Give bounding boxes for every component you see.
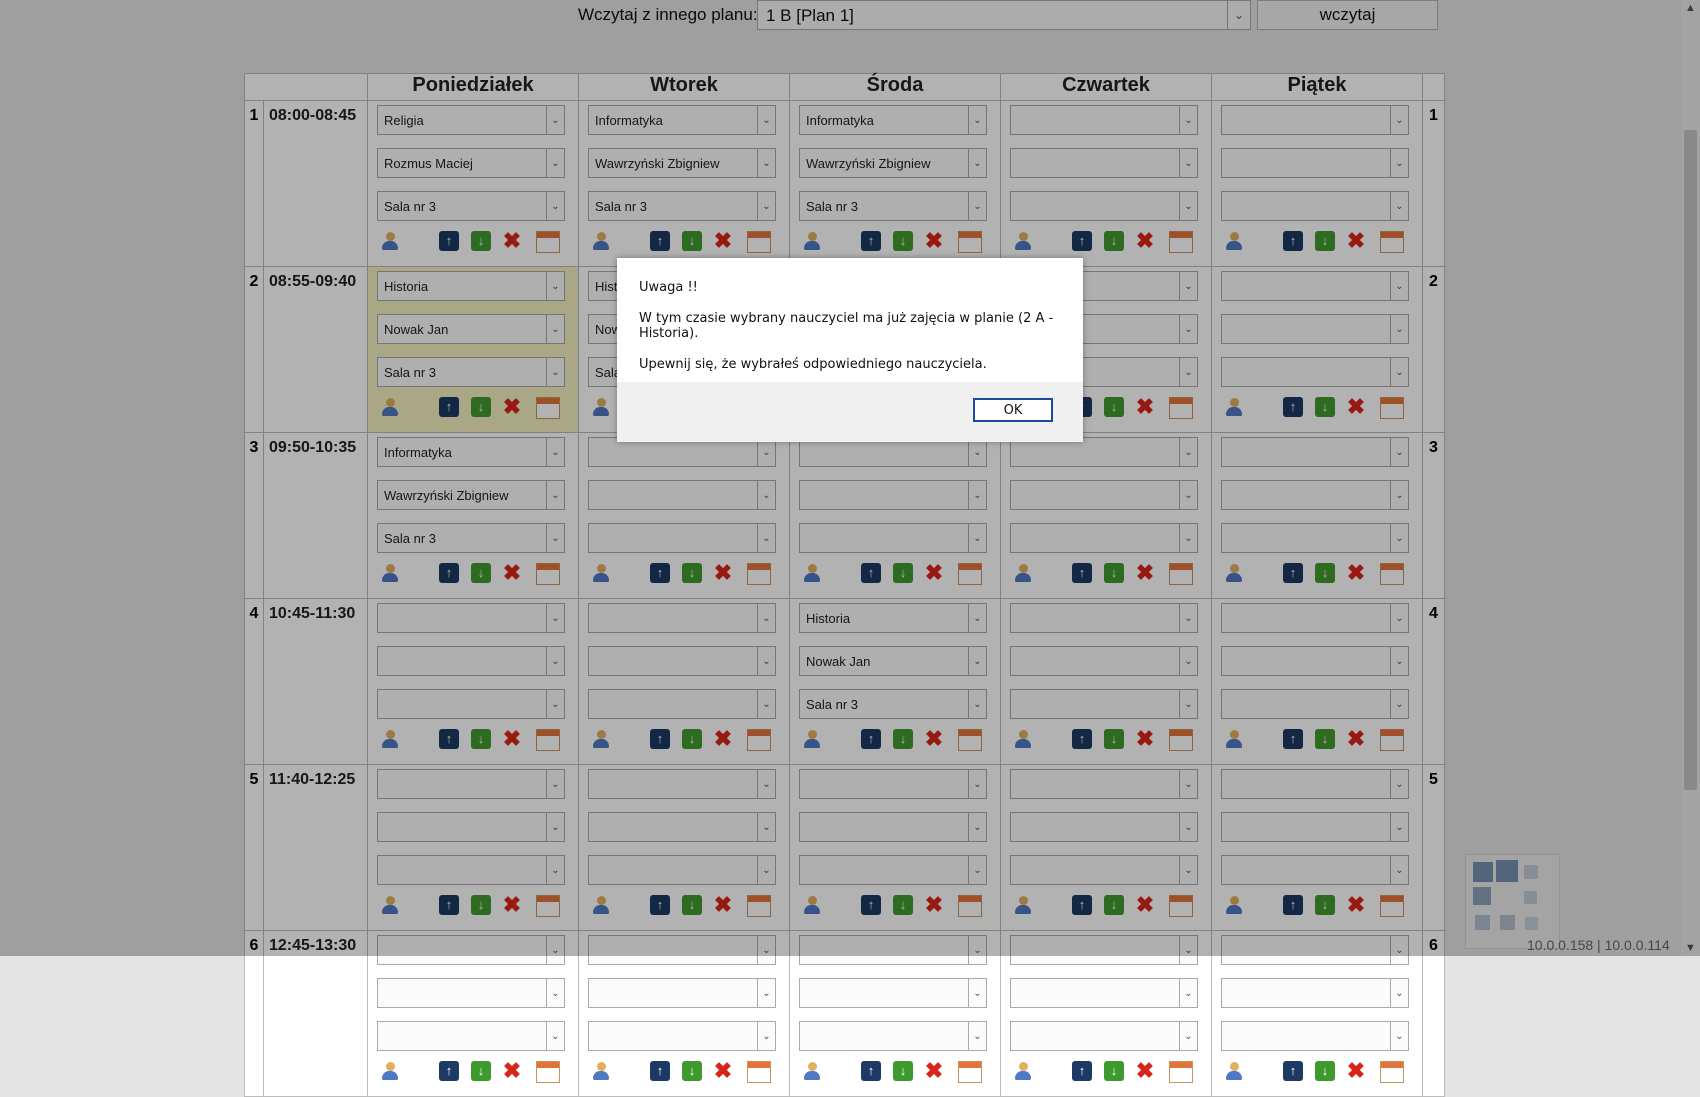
dialog-hint: Upewnij się, że wybrałeś odpowiedniego n… (639, 357, 987, 372)
chevron-down-icon: ⌄ (1390, 1022, 1408, 1050)
calendar-icon[interactable] (1380, 1061, 1404, 1083)
delete-icon[interactable]: ✖ (924, 1060, 944, 1082)
teacher-select[interactable]: ⌄ (377, 978, 565, 1008)
teacher-select[interactable]: ⌄ (588, 978, 776, 1008)
chevron-down-icon: ⌄ (968, 1022, 986, 1050)
chevron-down-icon: ⌄ (757, 1022, 775, 1050)
arrow-down-icon[interactable]: ↓ (471, 1061, 491, 1081)
teacher-select[interactable]: ⌄ (1221, 978, 1409, 1008)
lesson-actions: ↑ ↓ ✖ (799, 1060, 1000, 1087)
teacher-select[interactable]: ⌄ (1010, 978, 1198, 1008)
chevron-down-icon: ⌄ (968, 979, 986, 1007)
room-select[interactable]: ⌄ (377, 1021, 565, 1051)
arrow-down-icon[interactable]: ↓ (1315, 1061, 1335, 1081)
room-select[interactable]: ⌄ (799, 1021, 987, 1051)
arrow-up-icon[interactable]: ↑ (439, 1061, 459, 1081)
arrow-down-icon[interactable]: ↓ (682, 1061, 702, 1081)
lesson-actions: ↑ ↓ ✖ (588, 1060, 789, 1087)
teacher-icon[interactable] (1013, 1061, 1033, 1081)
lesson-actions: ↑ ↓ ✖ (377, 1060, 578, 1087)
arrow-up-icon[interactable]: ↑ (1283, 1061, 1303, 1081)
delete-icon[interactable]: ✖ (1346, 1060, 1366, 1082)
lesson-actions: ↑ ↓ ✖ (1221, 1060, 1422, 1087)
dialog-footer: OK (617, 382, 1083, 442)
arrow-up-icon[interactable]: ↑ (1072, 1061, 1092, 1081)
teacher-icon[interactable] (591, 1061, 611, 1081)
chevron-down-icon: ⌄ (1390, 979, 1408, 1007)
chevron-down-icon: ⌄ (1179, 1022, 1197, 1050)
calendar-icon[interactable] (958, 1061, 982, 1083)
room-select[interactable]: ⌄ (1221, 1021, 1409, 1051)
chevron-down-icon: ⌄ (546, 1022, 564, 1050)
calendar-icon[interactable] (1169, 1061, 1193, 1083)
delete-icon[interactable]: ✖ (1135, 1060, 1155, 1082)
ok-button[interactable]: OK (973, 398, 1053, 422)
calendar-icon[interactable] (747, 1061, 771, 1083)
arrow-up-icon[interactable]: ↑ (861, 1061, 881, 1081)
chevron-down-icon: ⌄ (757, 979, 775, 1007)
teacher-icon[interactable] (802, 1061, 822, 1081)
warning-dialog: Uwaga !! W tym czasie wybrany nauczyciel… (617, 258, 1083, 442)
dialog-message: W tym czasie wybrany nauczyciel ma już z… (639, 311, 1054, 341)
calendar-icon[interactable] (536, 1061, 560, 1083)
lesson-actions: ↑ ↓ ✖ (1010, 1060, 1211, 1087)
arrow-up-icon[interactable]: ↑ (650, 1061, 670, 1081)
teacher-icon[interactable] (1224, 1061, 1244, 1081)
teacher-select[interactable]: ⌄ (799, 978, 987, 1008)
chevron-down-icon: ⌄ (546, 979, 564, 1007)
chevron-down-icon: ⌄ (1179, 979, 1197, 1007)
teacher-icon[interactable] (380, 1061, 400, 1081)
delete-icon[interactable]: ✖ (502, 1060, 522, 1082)
room-select[interactable]: ⌄ (1010, 1021, 1198, 1051)
arrow-down-icon[interactable]: ↓ (1104, 1061, 1124, 1081)
room-select[interactable]: ⌄ (588, 1021, 776, 1051)
delete-icon[interactable]: ✖ (713, 1060, 733, 1082)
modal-backdrop (0, 0, 1700, 956)
arrow-down-icon[interactable]: ↓ (893, 1061, 913, 1081)
dialog-title: Uwaga !! (639, 280, 698, 295)
